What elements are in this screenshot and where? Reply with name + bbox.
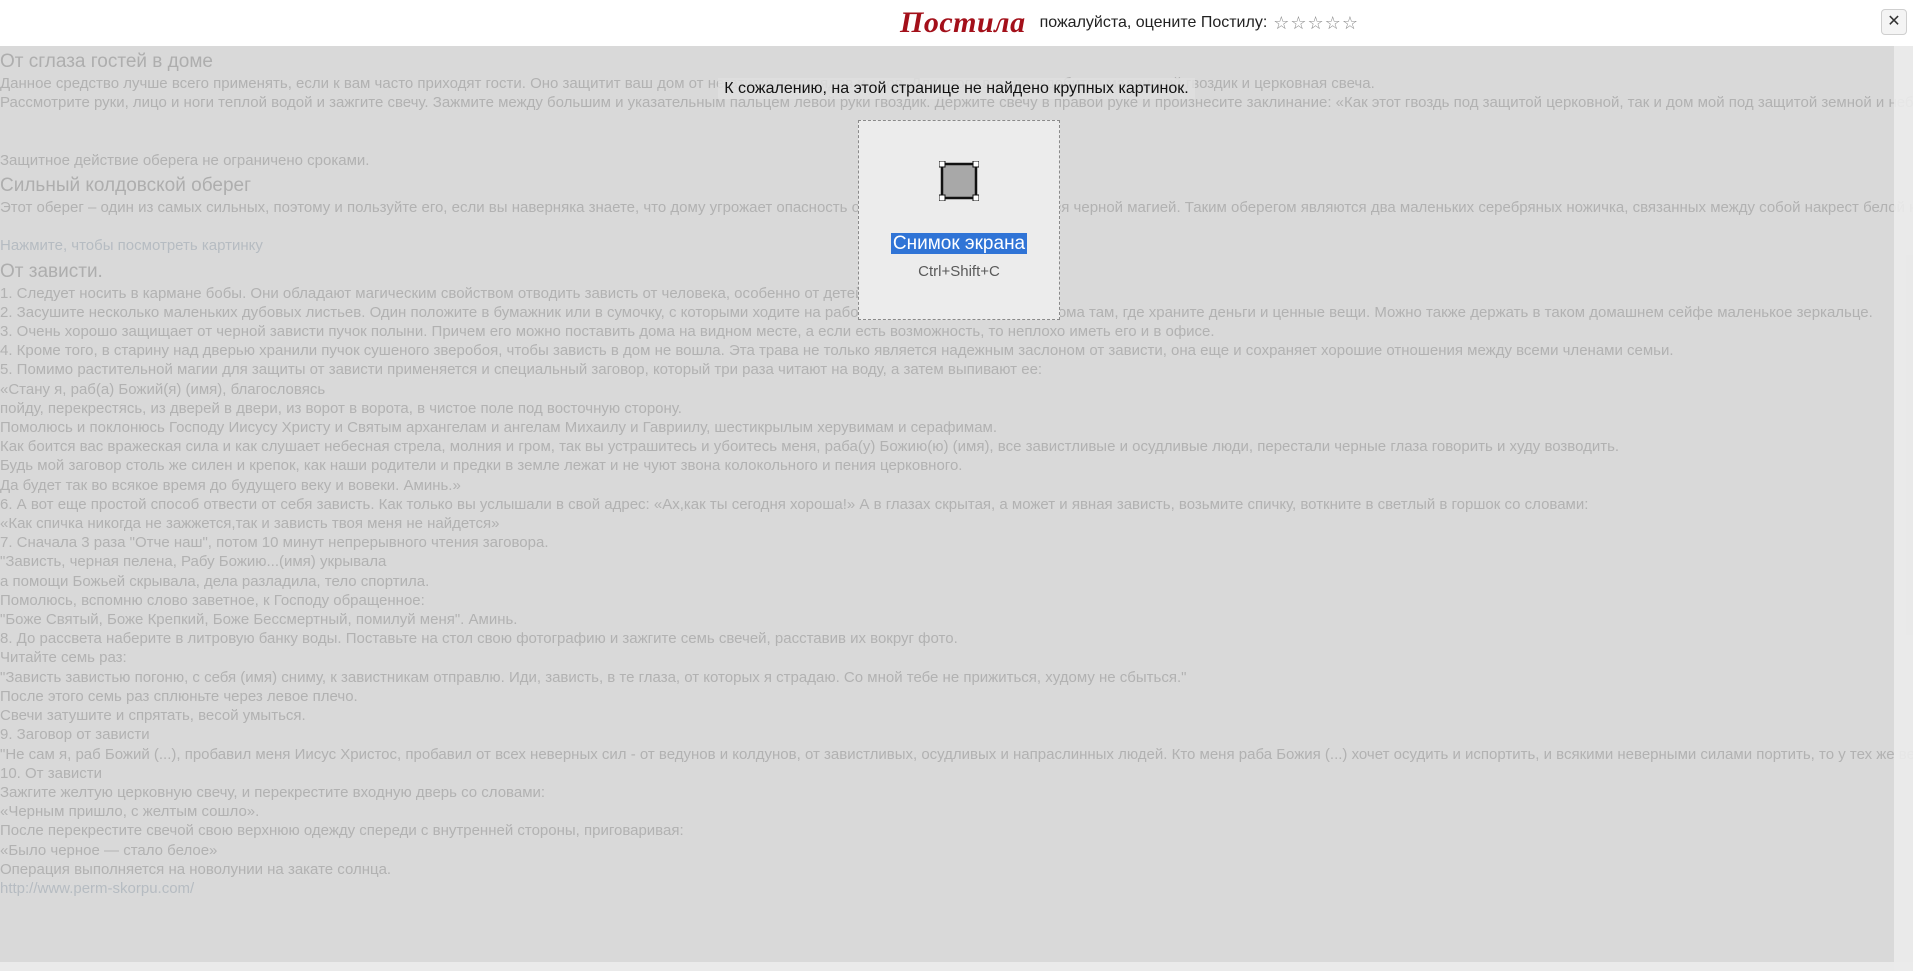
rating-stars[interactable]: ☆☆☆☆☆ bbox=[1273, 13, 1359, 34]
overlay-right-edge bbox=[1894, 46, 1913, 971]
postila-logo[interactable]: Постила bbox=[900, 6, 1026, 40]
rating-prompt: пожалуйста, оцените Постилу: ☆☆☆☆☆ bbox=[1040, 13, 1359, 34]
close-icon: ✕ bbox=[1887, 13, 1901, 30]
page: От сглаза гостей в доме Данное средство … bbox=[0, 0, 1913, 971]
screenshot-shortcut: Ctrl+Shift+C bbox=[918, 263, 1000, 280]
screenshot-button[interactable]: Снимок экрана Ctrl+Shift+C bbox=[858, 120, 1060, 320]
screenshot-label: Снимок экрана bbox=[859, 233, 1059, 255]
no-images-notice-text: К сожалению, на этой странице не найдено… bbox=[718, 78, 1195, 99]
screenshot-label-text: Снимок экрана bbox=[890, 233, 1028, 254]
crop-icon bbox=[939, 161, 979, 201]
rating-prompt-text: пожалуйста, оцените Постилу: bbox=[1039, 14, 1268, 31]
brand-area: Постила пожалуйста, оцените Постилу: ☆☆☆… bbox=[900, 4, 1359, 42]
no-images-notice: К сожалению, на этой странице не найдено… bbox=[0, 78, 1913, 99]
close-button[interactable]: ✕ bbox=[1881, 9, 1907, 35]
overlay-bottom-edge bbox=[0, 962, 1913, 971]
extension-topbar: Постила пожалуйста, оцените Постилу: ☆☆☆… bbox=[0, 0, 1913, 46]
